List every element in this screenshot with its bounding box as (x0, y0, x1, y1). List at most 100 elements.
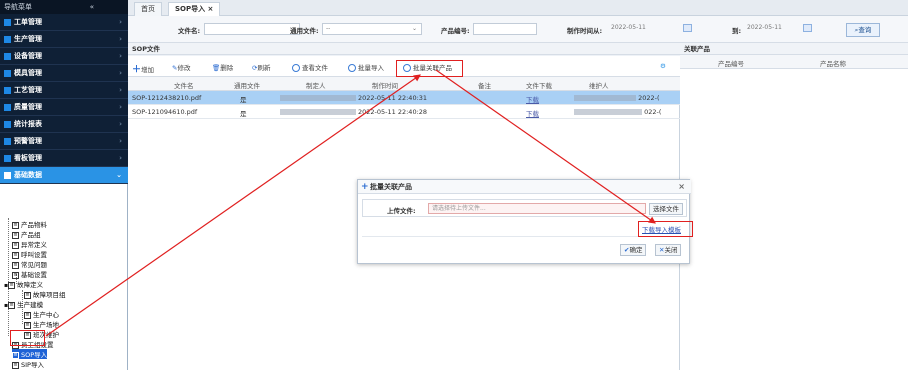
tree-line (8, 218, 9, 336)
general-file-select[interactable]: -- ⌄ (322, 23, 422, 35)
plus-icon: ＋ (132, 65, 142, 75)
column-header[interactable]: 维护人 (589, 80, 609, 90)
collapse-icon[interactable]: « (90, 0, 94, 14)
sidebar-item-basic-data[interactable]: 基础数据 ⌄ (0, 167, 128, 184)
tree-item-fault-definition[interactable]: ▪≡ 故障定义 (4, 279, 43, 289)
upload-file-input[interactable]: 请选择待上传文件... (428, 203, 646, 214)
file-name-label: 文件名: (178, 27, 201, 35)
sidebar-item-label: 工单管理 (14, 18, 42, 26)
settings-gear-icon[interactable]: ⚙ (660, 62, 666, 70)
product-code-input[interactable] (473, 23, 537, 35)
chevron-right-icon: › (119, 69, 122, 77)
sidebar-item-dashboard[interactable]: 看板管理 › (0, 150, 128, 167)
menu-icon (4, 86, 11, 94)
column-header[interactable]: 制定人 (306, 80, 326, 90)
menu-icon (4, 137, 11, 145)
chevron-down-icon: ⌄ (116, 171, 122, 179)
sidebar-item-label: 生产管理 (14, 35, 42, 43)
sidebar-item-label: 预警管理 (14, 137, 42, 145)
chevron-right-icon: › (119, 18, 122, 26)
sidebar-item-quality[interactable]: 质量管理 › (0, 99, 128, 116)
column-header[interactable]: 文件下载 (526, 80, 552, 90)
sidebar-item-label: 质量管理 (14, 103, 42, 111)
tree-item-faq[interactable]: ≡ 常见问题 (12, 259, 47, 269)
column-header[interactable]: 产品编号 (718, 58, 744, 68)
general-cell: 是 (240, 110, 247, 118)
edit-button[interactable]: ✎修改 (172, 62, 190, 72)
time-from-input[interactable]: 2022-05-11 (608, 23, 694, 35)
chevron-right-icon: › (119, 52, 122, 60)
delete-button[interactable]: 🗑删除 (212, 62, 233, 72)
table-row[interactable]: SOP-121094610.pdf 是 2022-05-11 22:40:28 … (128, 105, 680, 119)
calendar-icon[interactable] (803, 24, 812, 32)
menu-icon (4, 18, 11, 26)
document-icon: ≡ (12, 221, 19, 229)
batch-import-button[interactable]: 批量导入 (348, 62, 384, 72)
tree-item-production-site[interactable]: ≡ 生产场地 (24, 319, 59, 329)
related-table-header: 产品编号 产品名称 (680, 55, 908, 69)
import-icon (348, 64, 356, 72)
upload-label: 上传文件: (387, 207, 416, 215)
close-icon[interactable]: × (678, 180, 685, 194)
view-file-button[interactable]: 查看文件 (292, 62, 328, 72)
file-name-cell: SOP-1212438210.pdf (132, 94, 202, 102)
tree-item-product-group[interactable]: ≡ 产品组 (12, 229, 41, 239)
dialog-title: 批量关联产品 (370, 183, 412, 191)
tree-item-basic-setting[interactable]: ≡ 基础设置 (12, 269, 47, 279)
chevron-right-icon: › (119, 35, 122, 43)
sidebar-item-alerts[interactable]: 预警管理 › (0, 133, 128, 150)
download-link[interactable]: 下载 (526, 94, 539, 104)
tree-item-product-material[interactable]: ≡ 产品物料 (12, 219, 47, 229)
sidebar: 导航菜单 « 工单管理 › 生产管理 › 设备管理 › 模具管理 › 工艺管理 › 质量管… (0, 0, 128, 370)
tree-item-call-setting[interactable]: ≡ 呼叫设置 (12, 249, 47, 259)
query-button[interactable]: ⌕查询 (846, 23, 880, 37)
refresh-button[interactable]: ⟳刷新 (252, 62, 270, 72)
calendar-icon[interactable] (683, 24, 692, 32)
add-button[interactable]: ＋增加 (132, 62, 154, 75)
general-file-label: 通用文件: (290, 27, 319, 35)
column-header[interactable]: 备注 (478, 80, 491, 90)
menu-icon (4, 69, 11, 77)
column-header[interactable]: 制作时间 (372, 80, 398, 90)
tree-item-fault-group[interactable]: ≡ 故障项目组 (24, 289, 66, 299)
sidebar-item-reports[interactable]: 统计报表 › (0, 116, 128, 133)
tree-item-exception-definition[interactable]: ≡ 异常定义 (12, 239, 47, 249)
sidebar-item-label: 基础数据 (14, 171, 42, 179)
dialog-title-bar: + 批量关联产品 × (358, 180, 691, 194)
document-icon: ≡ (12, 251, 19, 259)
sidebar-item-label: 模具管理 (14, 69, 42, 77)
sidebar-item-mold[interactable]: 模具管理 › (0, 65, 128, 82)
creator-cell (280, 108, 356, 116)
sidebar-item-label: 统计报表 (14, 120, 42, 128)
tab-home[interactable]: 首页 (134, 2, 162, 16)
confirm-button[interactable]: ✔确定 (620, 244, 647, 256)
tree-item-sop-import[interactable]: ≡ SOP导入 (12, 349, 48, 359)
document-icon: ≡ (8, 281, 16, 289)
table-row[interactable]: SOP-1212438210.pdf 是 2022-05-11 22:40:31… (128, 91, 680, 105)
menu-icon (4, 154, 11, 162)
download-link[interactable]: 下载 (526, 108, 539, 118)
sidebar-header: 导航菜单 « (0, 0, 128, 14)
creator-cell (280, 94, 356, 102)
sidebar-title: 导航菜单 (4, 3, 32, 11)
document-icon: ≡ (12, 231, 19, 239)
column-header[interactable]: 文件名 (174, 80, 194, 90)
tab-sop-import[interactable]: SOP导入 × (168, 2, 221, 16)
sidebar-menu: 工单管理 › 生产管理 › 设备管理 › 模具管理 › 工艺管理 › 质量管理 › 统计报表… (0, 14, 128, 184)
tree-item-sip-import[interactable]: ≡ SIP导入 (12, 359, 44, 369)
column-header[interactable]: 产品名称 (820, 58, 846, 68)
file-name-input[interactable] (204, 23, 300, 35)
document-icon: ≡ (24, 321, 31, 329)
tree-item-production-center[interactable]: ≡ 生产中心 (24, 309, 59, 319)
time-to-input[interactable]: 2022-05-11 (744, 23, 814, 35)
sidebar-item-work-order[interactable]: 工单管理 › (0, 14, 128, 31)
filter-bar: 文件名: 通用文件: -- ⌄ 产品编号: 制作时间从: 2022-05-11 到… (128, 16, 908, 43)
close-button[interactable]: ✕关闭 (655, 244, 682, 256)
sidebar-item-process[interactable]: 工艺管理 › (0, 82, 128, 99)
sidebar-item-production[interactable]: 生产管理 › (0, 31, 128, 48)
document-icon: ≡ (24, 291, 31, 299)
column-header[interactable]: 通用文件 (234, 80, 260, 90)
sidebar-item-equipment[interactable]: 设备管理 › (0, 48, 128, 65)
choose-file-button[interactable]: 选择文件 (649, 203, 683, 215)
tree-item-production-modeling[interactable]: ▪≡ 生产建模 (4, 299, 43, 309)
